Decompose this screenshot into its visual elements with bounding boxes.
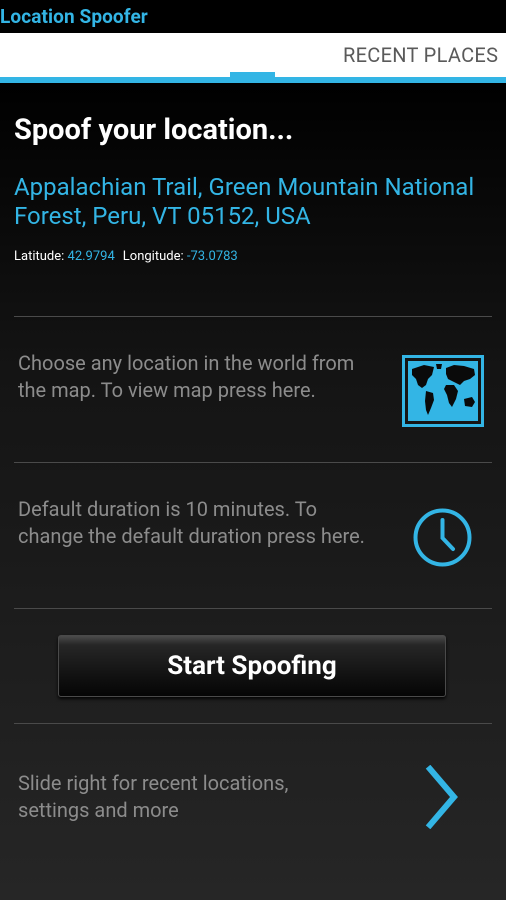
title-bar: Location Spoofer (0, 0, 506, 33)
slide-hint: Slide right for recent locations, settin… (18, 771, 289, 822)
selected-address: Appalachian Trail, Green Mountain Nation… (14, 173, 475, 230)
main-panel: Spoof your location... Appalachian Trail… (0, 83, 506, 900)
divider (14, 316, 492, 317)
divider (14, 462, 492, 463)
longitude-label: Longitude: (122, 249, 184, 264)
tab-recent-places[interactable]: RECENT PLACES (343, 43, 498, 67)
longitude-value: -73.0783 (186, 249, 238, 264)
chevron-right-icon[interactable] (424, 765, 460, 829)
start-spoofing-button[interactable]: Start Spoofing (58, 635, 446, 697)
tab-indicator-active (230, 72, 275, 78)
page-title: Spoof your location... (14, 113, 294, 147)
clock-icon[interactable] (412, 507, 473, 568)
tab-bar: RECENT PLACES (0, 33, 506, 77)
divider (14, 608, 492, 609)
world-map-icon[interactable] (402, 355, 484, 427)
app-title: Location Spoofer (0, 5, 148, 28)
duration-description[interactable]: Default duration is 10 minutes. To chang… (18, 496, 378, 550)
latitude-label: Latitude: (14, 249, 65, 264)
map-description[interactable]: Choose any location in the world from th… (18, 350, 378, 404)
divider (14, 723, 492, 724)
coordinates: Latitude: 42.9794 Longitude: -73.0783 (14, 249, 238, 264)
latitude-value: 42.9794 (67, 249, 115, 264)
